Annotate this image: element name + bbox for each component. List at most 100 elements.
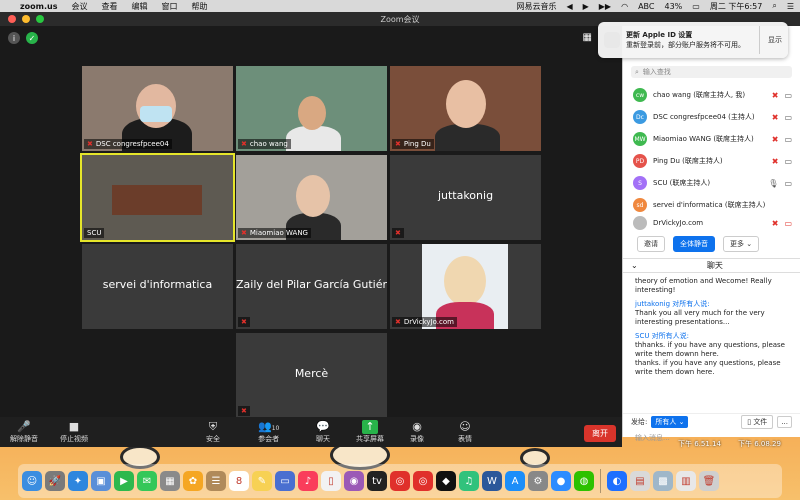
encryption-shield-icon[interactable]: ✓ bbox=[26, 32, 38, 44]
safari-icon[interactable]: ✦ bbox=[68, 471, 88, 491]
contacts-icon[interactable]: ☰ bbox=[206, 471, 226, 491]
pdf-icon[interactable]: ▤ bbox=[630, 471, 650, 491]
system-prefs-icon[interactable]: ⚙ bbox=[528, 471, 548, 491]
qq-icon[interactable]: ◆ bbox=[436, 471, 456, 491]
apple-icon bbox=[604, 32, 620, 48]
facetime-icon[interactable]: ▶ bbox=[114, 471, 134, 491]
participant-item[interactable]: MW Miaomiao WANG (联席主持人) ✖ ▭ bbox=[623, 128, 800, 150]
mute-all-button[interactable]: 全体静音 bbox=[673, 236, 715, 252]
security-button[interactable]: ⛨ 安全 bbox=[206, 420, 220, 444]
more-button[interactable]: 更多 ⌄ bbox=[723, 236, 760, 252]
video-tile[interactable]: Mercè ✖ bbox=[236, 333, 387, 418]
appstore-icon[interactable]: A bbox=[505, 471, 525, 491]
leave-meeting-button[interactable]: 离开 bbox=[584, 425, 616, 442]
play-icon[interactable]: ▶ bbox=[583, 2, 589, 11]
person-face bbox=[296, 175, 330, 217]
chat-button[interactable]: 💬 聊天 bbox=[316, 420, 330, 444]
file-thumb-icon[interactable]: ▥ bbox=[676, 471, 696, 491]
app-menu[interactable]: zoom.us bbox=[20, 2, 57, 11]
zoom-icon[interactable]: ● bbox=[551, 471, 571, 491]
qq-music-icon[interactable]: ♫ bbox=[459, 471, 479, 491]
netease-music2-icon[interactable]: ◎ bbox=[413, 471, 433, 491]
podcasts-icon[interactable]: ◉ bbox=[344, 471, 364, 491]
clock[interactable]: 周二 下午6:57 bbox=[710, 1, 763, 12]
share-screen-button[interactable]: ↑ 共享屏幕 bbox=[356, 420, 384, 444]
calendar-icon[interactable]: 8 bbox=[229, 471, 249, 491]
muted-mic-icon: ✖ bbox=[241, 229, 247, 237]
chevron-down-icon: ⌄ bbox=[744, 240, 753, 248]
music-icon[interactable]: ♪ bbox=[298, 471, 318, 491]
search-icon[interactable]: ⌕ bbox=[772, 1, 776, 11]
video-tile[interactable]: juttakonig ✖ bbox=[390, 155, 541, 240]
avatar: sd bbox=[633, 198, 647, 212]
participant-item[interactable]: S SCU (联席主持人) 🎙 ▭ bbox=[623, 172, 800, 194]
chevron-down-icon[interactable]: ⌄ bbox=[631, 261, 638, 270]
participant-item[interactable]: sd servei d'informatica (联席主持人) bbox=[623, 194, 800, 216]
gallery-view-icon[interactable]: ▦ bbox=[583, 32, 592, 43]
participant-item[interactable]: cw chao wang (联席主持人, 我) ✖ ▭ bbox=[623, 84, 800, 106]
share-arrow-icon: ↑ bbox=[362, 420, 378, 434]
participants-icon: 👥10 bbox=[258, 420, 280, 433]
pages-icon[interactable]: ▯ bbox=[321, 471, 341, 491]
word-icon[interactable]: W bbox=[482, 471, 502, 491]
launchpad-icon[interactable]: 🚀 bbox=[45, 471, 65, 491]
stop-video-button[interactable]: ■ 停止视频 bbox=[60, 420, 88, 444]
appletv-icon[interactable]: tv bbox=[367, 471, 387, 491]
participant-item[interactable]: Dc DSC congresfpcee04 (主持人) ✖ ▭ bbox=[623, 106, 800, 128]
wechat-icon[interactable]: ◍ bbox=[574, 471, 594, 491]
muted-mic-icon: ✖ bbox=[771, 218, 779, 228]
unmute-button[interactable]: 🎤 解除静音 bbox=[10, 420, 38, 444]
video-tile[interactable]: ✖ chao wang bbox=[236, 66, 387, 151]
meeting-info-icon[interactable]: i bbox=[8, 32, 20, 44]
video-tile[interactable]: ✖ DrVickyJo.com bbox=[390, 244, 541, 329]
video-tile[interactable]: ✖ Ping Du bbox=[390, 66, 541, 151]
notes-icon[interactable]: ✎ bbox=[252, 471, 272, 491]
notification-show-button[interactable]: 显示 bbox=[759, 26, 782, 54]
menu-help[interactable]: 帮助 bbox=[191, 1, 207, 12]
participant-item[interactable]: PD Ping Du (联席主持人) ✖ ▭ bbox=[623, 150, 800, 172]
video-tile[interactable]: ✖ Miaomiao WANG bbox=[236, 155, 387, 240]
prev-track-icon[interactable]: ◀ bbox=[566, 2, 572, 11]
menu-view[interactable]: 查看 bbox=[101, 1, 117, 12]
chat-more-button[interactable]: ... bbox=[777, 415, 792, 428]
participants-button[interactable]: 👥10 参会者 bbox=[258, 420, 279, 444]
next-track-icon[interactable]: ▶▶ bbox=[599, 2, 611, 11]
meeting-toolbar: 🎤 解除静音 ■ 停止视频 ⛨ 安全 👥10 参会者 💬 聊天 ↑ 共享屏幕 ◉… bbox=[0, 417, 622, 447]
menu-window[interactable]: 窗口 bbox=[161, 1, 177, 12]
video-tile[interactable]: servei d'informatica bbox=[82, 244, 233, 329]
record-button[interactable]: ◉ 录像 bbox=[410, 420, 424, 444]
participant-name: Zaily del Pilar García Gutiérr... bbox=[236, 278, 387, 291]
battery-percent[interactable]: 43% bbox=[664, 2, 682, 11]
apple-id-notification[interactable]: 更新 Apple ID 设置 重新登录前，部分账户服务将不可用。 显示 bbox=[598, 22, 788, 58]
avatar: Dc bbox=[633, 110, 647, 124]
dock-separator bbox=[600, 469, 601, 493]
video-tile-active-speaker[interactable]: SCU bbox=[80, 153, 235, 242]
desktop-file-label[interactable]: 下午 6.08.29 bbox=[738, 439, 781, 449]
wifi-icon[interactable]: ◠ bbox=[621, 2, 628, 11]
menu-meeting[interactable]: 会议 bbox=[71, 1, 87, 12]
video-tile[interactable]: ✖ DSC congresfpcee04 bbox=[82, 66, 233, 151]
menu-edit[interactable]: 编辑 bbox=[131, 1, 147, 12]
finder-icon[interactable]: ☺ bbox=[22, 471, 42, 491]
keynote-icon[interactable]: ▭ bbox=[275, 471, 295, 491]
video-gallery: i ✓ ▦ ✖ DSC congresfpcee04 ✖ chao wang ✖ Pi… bbox=[0, 26, 622, 418]
desktop-file-label[interactable]: 下午 6.51.14 bbox=[678, 439, 721, 449]
participant-search-input[interactable]: ⌕ 输入查找 bbox=[631, 66, 792, 78]
send-to-dropdown[interactable]: 所有人 ⌄ bbox=[651, 415, 689, 428]
preview-icon[interactable]: ▣ bbox=[91, 471, 111, 491]
input-method[interactable]: ABC bbox=[638, 2, 654, 11]
photo-thumb-icon[interactable]: ▩ bbox=[653, 471, 673, 491]
tencent-meeting-icon[interactable]: ◐ bbox=[607, 471, 627, 491]
photos-grid-icon[interactable]: ▦ bbox=[160, 471, 180, 491]
messages-icon[interactable]: ✉ bbox=[137, 471, 157, 491]
video-tile[interactable]: Zaily del Pilar García Gutiérr... ✖ bbox=[236, 244, 387, 329]
netease-music-status[interactable]: 网易云音乐 bbox=[516, 1, 556, 12]
trash-icon[interactable]: 🗑 bbox=[699, 471, 719, 491]
control-center-icon[interactable]: ☰ bbox=[787, 2, 794, 11]
file-button[interactable]: ▯ 文件 bbox=[741, 414, 774, 429]
invite-button[interactable]: 邀请 bbox=[637, 236, 665, 252]
participant-item[interactable]: DrVickyJo.com ✖ ▭ bbox=[623, 216, 800, 230]
reactions-button[interactable]: ☺ 表情 bbox=[458, 420, 472, 444]
photos-icon[interactable]: ✿ bbox=[183, 471, 203, 491]
netease-music-icon[interactable]: ◎ bbox=[390, 471, 410, 491]
